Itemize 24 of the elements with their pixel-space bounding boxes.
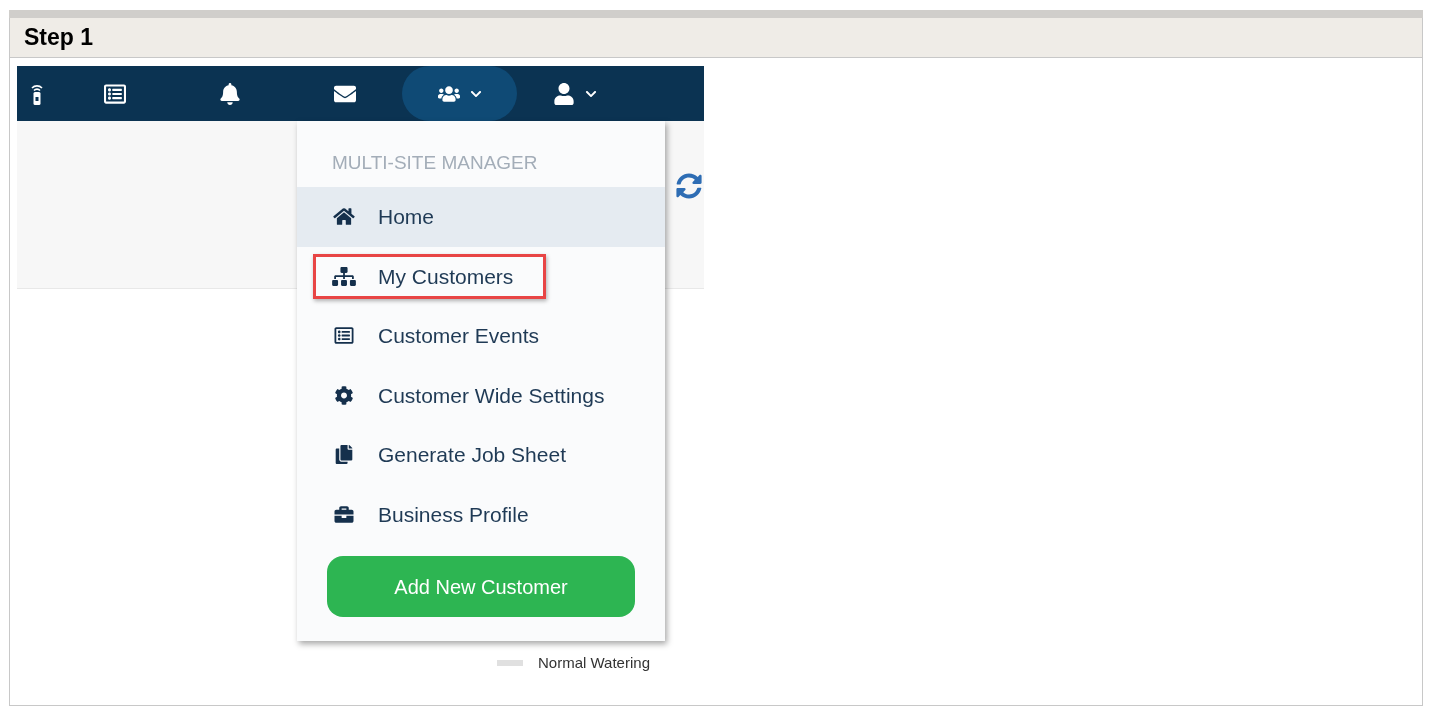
briefcase-icon — [332, 504, 356, 524]
menu-item[interactable]: Generate Job Sheet — [297, 425, 665, 485]
menu-label: Customer Events — [378, 323, 540, 349]
sitemap-icon — [332, 266, 356, 286]
legend-label: Normal Watering — [538, 653, 650, 673]
refresh-icon[interactable] — [676, 173, 702, 199]
menu-item[interactable]: Customer Wide Settings — [297, 365, 665, 425]
settings-icon — [332, 385, 356, 405]
menu-label: Generate Job Sheet — [378, 442, 566, 468]
menu-label: Customer Wide Settings — [378, 382, 605, 409]
menu-heading: MULTI-SITE MANAGER — [331, 151, 539, 175]
list-icon — [103, 82, 126, 105]
step-title: Step 1 — [24, 23, 94, 53]
bell-icon — [218, 82, 241, 105]
menu-item[interactable]: Customer Events — [297, 306, 665, 366]
list-icon — [332, 326, 356, 346]
home-icon — [332, 207, 356, 227]
menu-item[interactable]: Business Profile — [297, 484, 665, 544]
menu-item[interactable]: My Customers — [297, 246, 665, 306]
menu-item[interactable]: Home — [297, 187, 665, 247]
menu-label: Home — [378, 204, 435, 230]
menu-label: My Customers — [378, 263, 514, 290]
user-icon — [552, 82, 575, 105]
menu-label: Business Profile — [378, 501, 529, 528]
